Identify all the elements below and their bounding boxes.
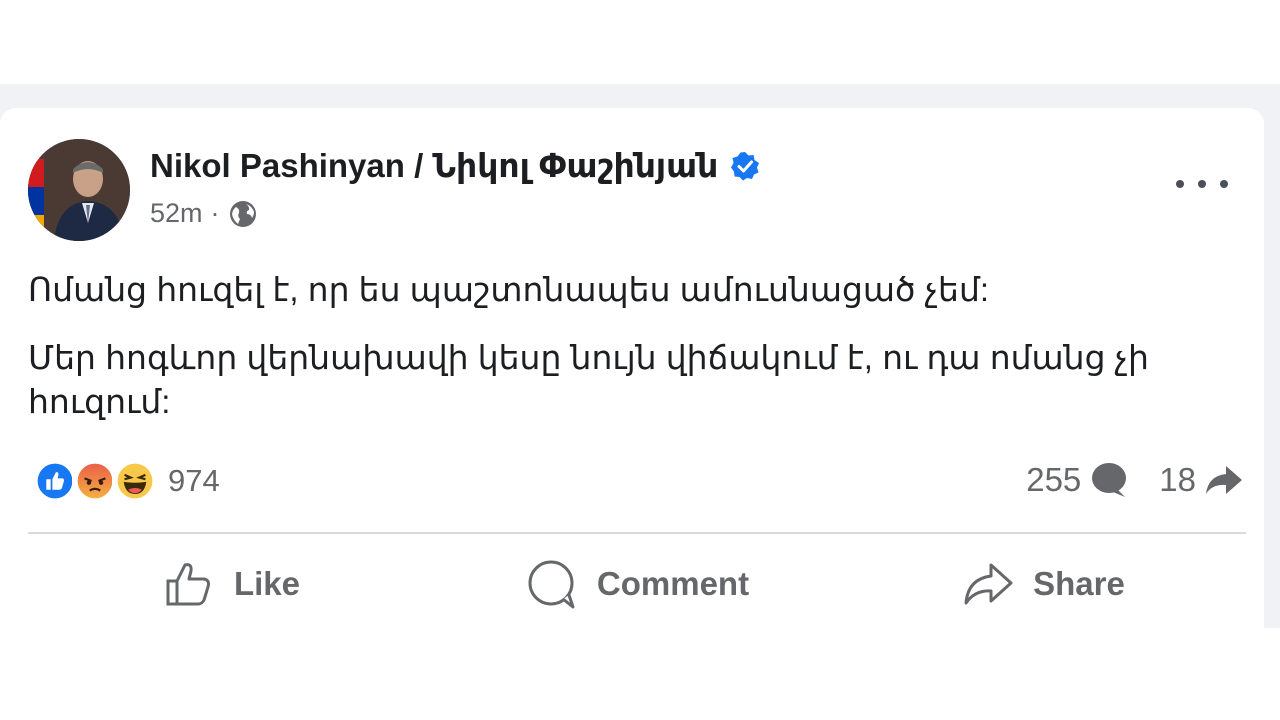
post-time[interactable]: 52m [150,198,203,229]
globe-icon[interactable] [228,199,258,229]
more-options-button[interactable] [1176,166,1228,202]
dot-icon [1198,180,1206,188]
post-body: Ոմանց հուզել է, որ ես պաշտոնապես ամուսնա… [28,268,1228,448]
share-icon [964,563,1013,605]
post-author: Nikol Pashinyan / Նիկոլ Փաշինյան [150,146,760,185]
comments-count-value: 255 [1026,461,1082,498]
dot-icon [1176,180,1184,188]
author-name[interactable]: Nikol Pashinyan / Նիկոլ Փաշինյան [150,146,718,185]
reaction-count: 974 [168,463,220,498]
avatar[interactable] [28,139,130,241]
haha-icon [112,458,158,504]
like-button[interactable]: Like [28,548,434,620]
post-actions: Like Comment Share [28,548,1246,620]
comment-button[interactable]: Comment [434,548,840,620]
share-button[interactable]: Share [840,548,1246,620]
reactions-summary[interactable]: 974 [32,458,220,504]
engagement-stats: 255 18 [1026,460,1246,500]
comment-icon [528,560,575,609]
meta-separator: · [210,198,220,228]
comments-count[interactable]: 255 [1026,460,1131,500]
thumbs-up-icon [166,563,210,606]
share-label: Share [1033,565,1125,602]
dot-icon [1220,180,1228,188]
comment-bubble-icon [1092,463,1127,497]
share-arrow-icon [1206,466,1242,494]
comment-label: Comment [596,565,750,602]
actions-divider [28,532,1246,534]
like-label: Like [233,565,301,602]
post-paragraph: Մեր հոգևոր վերնախավի կեսը նույն վիճակում… [28,339,1149,420]
post-card: Nikol Pashinyan / Նիկոլ Փաշինյան 52m · Ո… [0,108,1264,628]
post-meta: 52m · [150,198,258,229]
avatar-photo [28,139,130,241]
post-paragraph: Ոմանց հուզել է, որ ես պաշտոնապես ամուսնա… [28,271,990,308]
shares-count-value: 18 [1159,461,1196,498]
shares-count[interactable]: 18 [1159,460,1246,500]
verified-badge-icon [731,151,760,180]
